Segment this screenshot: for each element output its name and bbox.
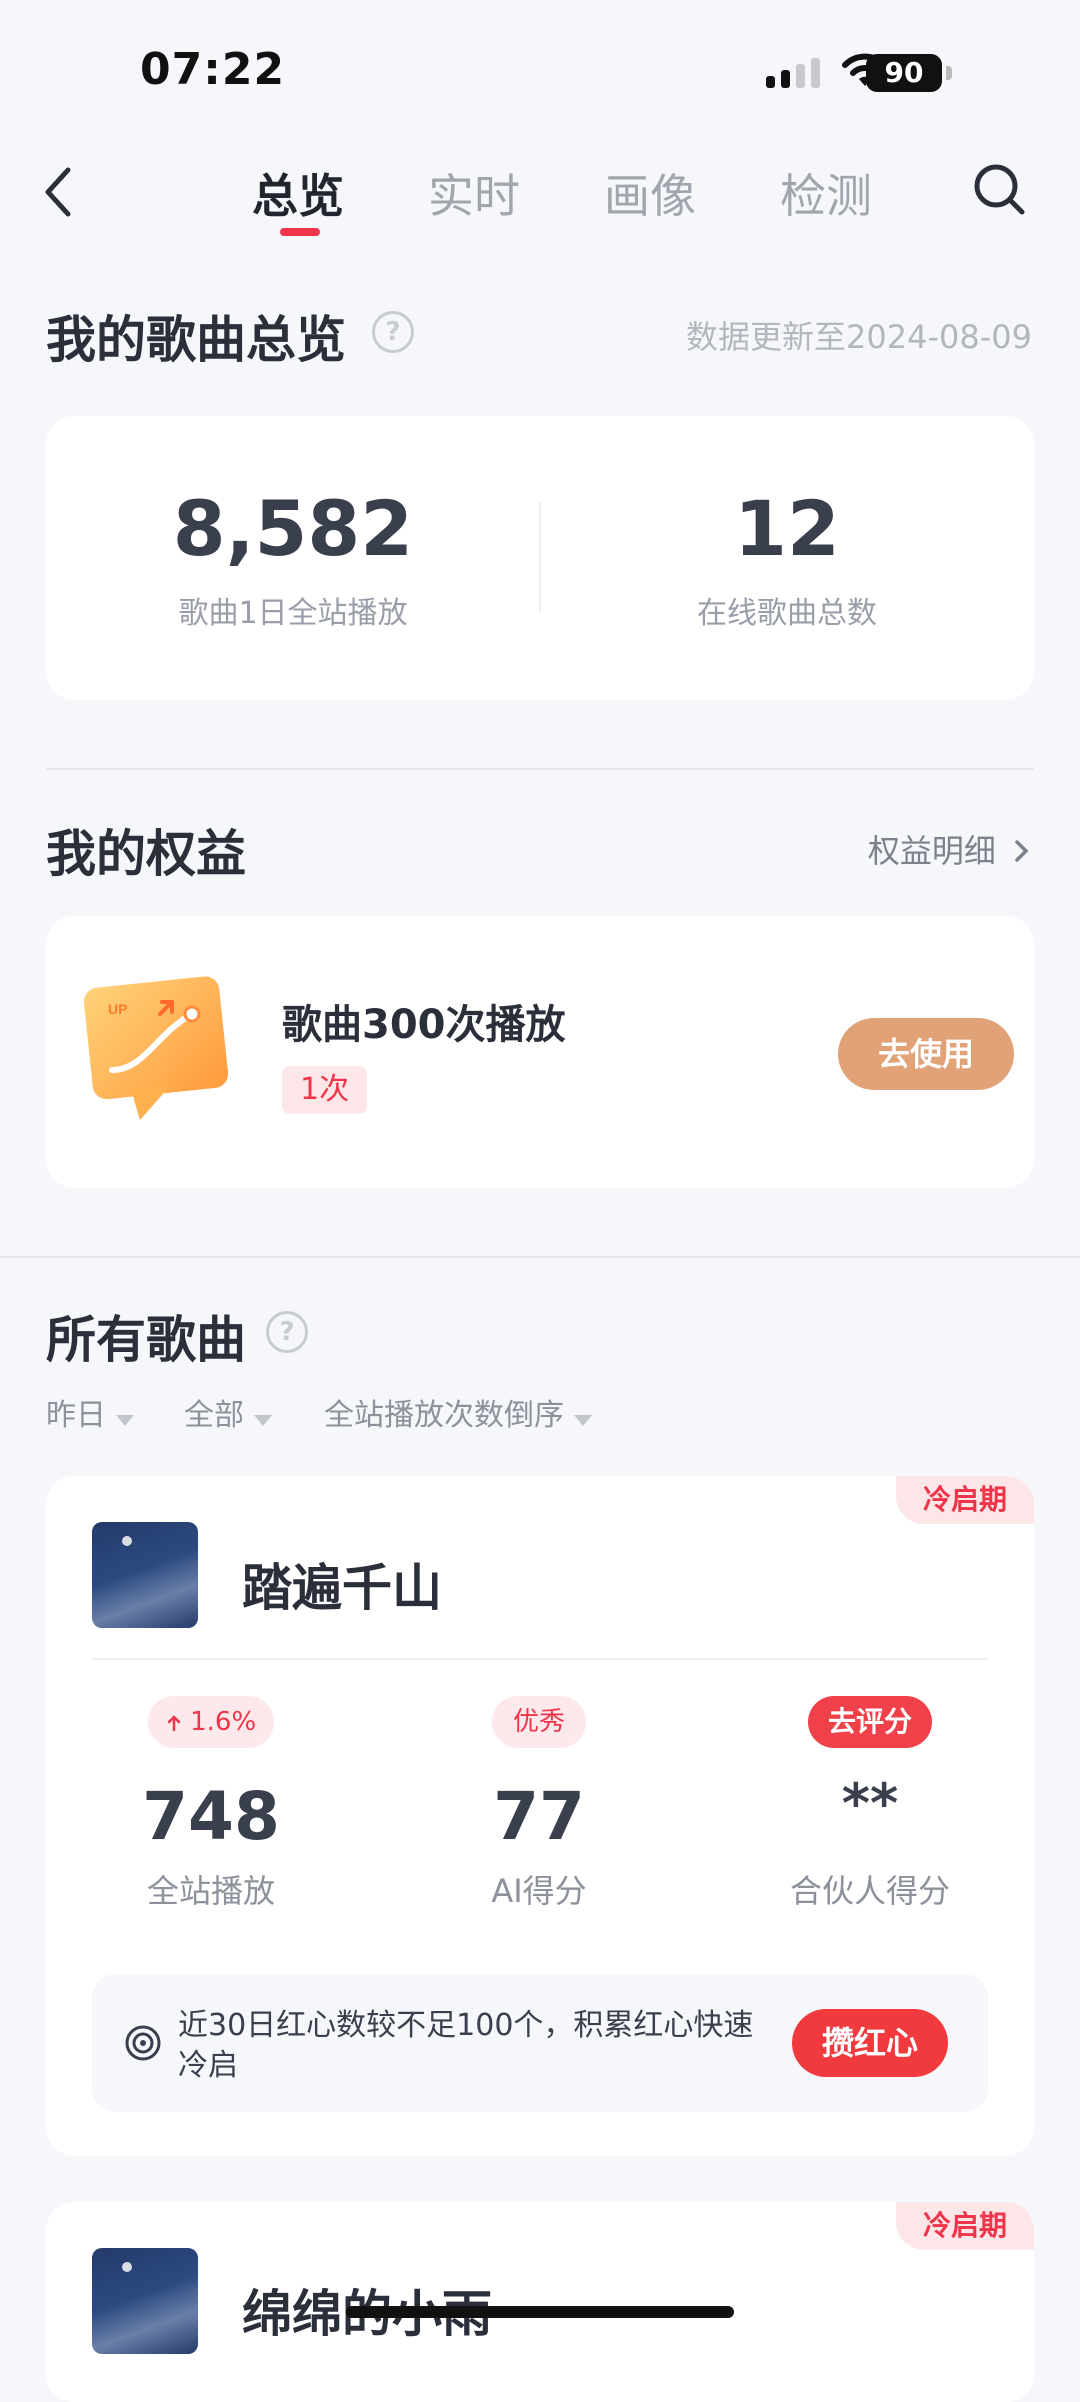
ai-score-value: 77 xyxy=(493,1778,585,1855)
rating-badge: 优秀 xyxy=(492,1696,586,1748)
plays-label: 全站播放 xyxy=(146,1872,275,1910)
rights-card: UP 歌曲300次播放 1次 去使用 xyxy=(46,916,1034,1188)
total-plays-value: 8,582 xyxy=(172,484,414,573)
song-card[interactable]: 冷启期 踏遍千山 1.6% 748 全站播放 优秀 77 AI得分 去评分 **… xyxy=(46,1476,1034,2156)
song-cover-image xyxy=(92,2248,198,2354)
partner-score-value: ** xyxy=(841,1772,899,1835)
svg-text:UP: UP xyxy=(108,1001,127,1017)
right-item-count-badge: 1次 xyxy=(282,1066,368,1114)
filter-scope[interactable]: 全部 xyxy=(184,1390,272,1434)
tab-overview[interactable]: 总览 xyxy=(252,160,344,226)
growth-badge: 1.6% xyxy=(148,1696,274,1748)
overview-title: 我的歌曲总览 xyxy=(46,311,346,369)
right-item-name: 歌曲300次播放 xyxy=(282,1002,566,1048)
cold-start-tag: 冷启期 xyxy=(896,2202,1034,2250)
battery-level: 90 xyxy=(866,54,942,92)
section-divider xyxy=(46,768,1034,770)
tab-detection[interactable]: 检测 xyxy=(780,160,872,226)
chevron-down-icon xyxy=(254,1415,272,1426)
online-songs-label: 在线歌曲总数 xyxy=(697,596,877,631)
filter-sort-label: 全站播放次数倒序 xyxy=(324,1398,564,1433)
chevron-down-icon xyxy=(116,1415,134,1426)
song-title: 踏遍千山 xyxy=(242,1559,442,1617)
partner-score-label: 合伙人得分 xyxy=(789,1872,950,1910)
tab-profile[interactable]: 画像 xyxy=(604,160,696,226)
filter-period-label: 昨日 xyxy=(46,1398,106,1433)
plays-value: 748 xyxy=(142,1778,280,1855)
status-time: 07:22 xyxy=(140,44,286,95)
filter-sort[interactable]: 全站播放次数倒序 xyxy=(324,1390,592,1434)
growth-value: 1.6% xyxy=(190,1707,257,1737)
ai-score-label: AI得分 xyxy=(491,1872,587,1910)
back-arrow-icon[interactable] xyxy=(40,162,80,222)
home-indicator[interactable] xyxy=(346,2306,734,2318)
cellular-signal-icon xyxy=(766,58,822,88)
section-divider-full xyxy=(0,1256,1080,1258)
help-icon[interactable]: ? xyxy=(372,311,414,353)
chevron-down-icon xyxy=(574,1415,592,1426)
search-icon[interactable] xyxy=(972,160,1028,220)
filter-scope-label: 全部 xyxy=(184,1398,244,1433)
rate-now-button[interactable]: 去评分 xyxy=(808,1696,932,1748)
battery-icon: 90 xyxy=(866,54,976,92)
cold-start-tag: 冷启期 xyxy=(896,1476,1034,1524)
online-songs-value: 12 xyxy=(734,484,840,573)
song-card[interactable]: 冷启期 绵绵的小雨 xyxy=(46,2202,1034,2402)
cold-start-tip: 近30日红心数较不足100个，积累红心快速冷启 攒红心 xyxy=(92,1974,988,2112)
collect-hearts-button[interactable]: 攒红心 xyxy=(792,2009,948,2077)
chevron-right-icon xyxy=(1015,840,1029,862)
data-updated-date: 数据更新至2024-08-09 xyxy=(686,318,1032,356)
card-divider xyxy=(92,1658,988,1660)
help-icon[interactable]: ? xyxy=(266,1311,308,1353)
arrow-up-icon xyxy=(167,1715,181,1732)
tab-realtime[interactable]: 实时 xyxy=(428,160,520,226)
overview-card: 8,582 歌曲1日全站播放 12 在线歌曲总数 xyxy=(46,416,1034,700)
rights-title: 我的权益 xyxy=(46,825,246,883)
rights-detail-label: 权益明细 xyxy=(867,832,996,870)
all-songs-title: 所有歌曲 xyxy=(46,1311,246,1369)
total-plays-label: 歌曲1日全站播放 xyxy=(178,596,408,631)
tip-text: 近30日红心数较不足100个，积累红心快速冷启 xyxy=(178,2008,754,2083)
active-tab-indicator xyxy=(280,228,320,236)
play-boost-icon: UP xyxy=(83,976,229,1120)
target-icon xyxy=(125,2025,161,2061)
filter-period[interactable]: 昨日 xyxy=(46,1390,134,1434)
rights-detail-link[interactable]: 权益明细 xyxy=(868,826,1032,872)
use-right-button[interactable]: 去使用 xyxy=(838,1018,1014,1090)
song-cover-image xyxy=(92,1522,198,1628)
